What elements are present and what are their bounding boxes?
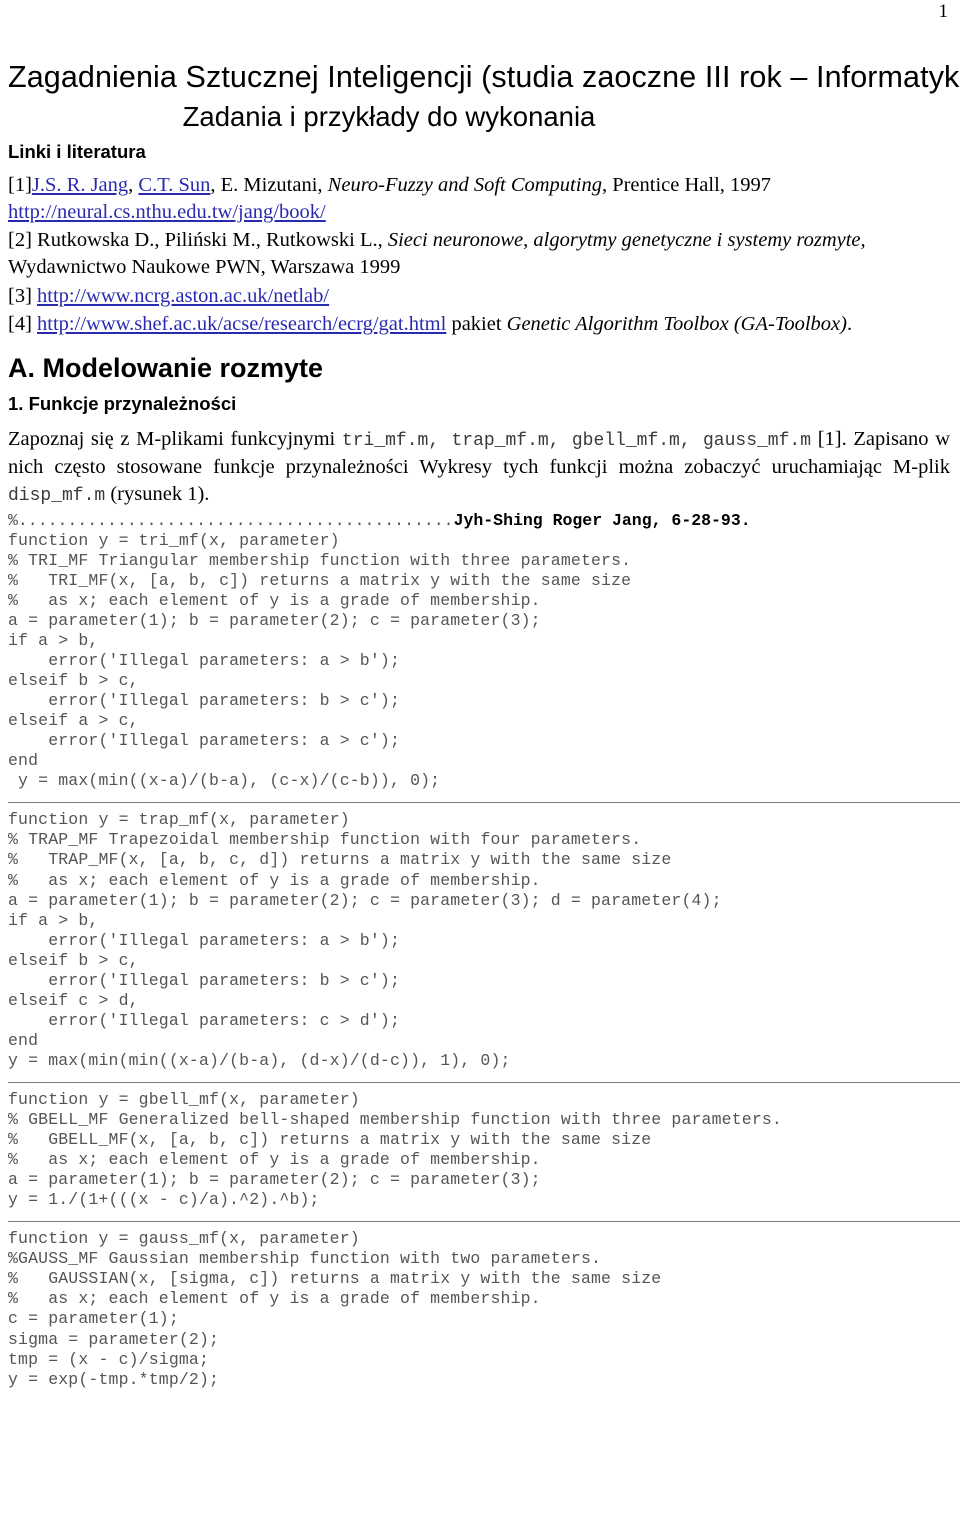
reference-after-plain: pakiet: [446, 313, 507, 336]
code-block-gauss-mf: function y = gauss_mf(x, parameter) %GAU…: [8, 1229, 950, 1389]
author-link-sun[interactable]: C.T. Sun: [138, 174, 210, 196]
references-list: [1]J.S. R. Jang, C.T. Sun, E. Mizutani, …: [8, 172, 950, 338]
reference-marker: [4]: [8, 313, 32, 336]
reference-url-4[interactable]: http://www.shef.ac.uk/acse/research/ecrg…: [37, 313, 446, 335]
attribution-comment-line: %.......................................…: [8, 511, 950, 531]
document-page: 1 Zagadnienia Sztucznej Inteligencji (st…: [0, 0, 960, 1535]
paragraph-part-1: Zapoznaj się z M-plikami funkcyjnymi: [8, 427, 342, 450]
reference-plain-1: , E. Mizutani,: [210, 174, 328, 197]
reference-marker: [3]: [8, 284, 32, 307]
reference-item-1: [1]J.S. R. Jang, C.T. Sun, E. Mizutani, …: [8, 172, 950, 225]
reference-url-1[interactable]: http://neural.cs.nthu.edu.tw/jang/book/: [8, 201, 326, 223]
reference-separator: ,: [128, 174, 139, 197]
code-text-gbell-mf: function y = gbell_mf(x, parameter) % GB…: [8, 1089, 782, 1210]
links-section-heading: Linki i literatura: [8, 140, 146, 162]
paragraph-part-3: (rysunek 1).: [105, 482, 210, 505]
reference-marker: [2]: [8, 229, 32, 252]
reference-plain-2: , Prentice Hall, 1997: [601, 174, 772, 197]
code-block-gbell-mf: function y = gbell_mf(x, parameter) % GB…: [8, 1090, 950, 1210]
mfile-names-list: tri_mf.m, trap_mf.m, gbell_mf.m, gauss_m…: [341, 430, 812, 451]
code-divider-1: [8, 802, 960, 804]
attribution-dots: %.......................................…: [8, 510, 454, 530]
subsection-heading-1: 1. Funkcje przynależności: [8, 393, 237, 415]
attribution-author: Jyh-Shing Roger Jang, 6-28-93.: [453, 510, 751, 530]
reference-item-3: [3] http://www.ncrg.aston.ac.uk/netlab/: [8, 283, 950, 310]
page-number: 1: [938, 1, 949, 22]
reference-url-3[interactable]: http://www.ncrg.aston.ac.uk/netlab/: [37, 285, 329, 307]
reference-title-italic: Sieci neuronowe, algorytmy genetyczne i …: [387, 229, 866, 252]
page-subtitle: Zadania i przykłady do wykonania: [182, 100, 596, 132]
code-divider-3: [8, 1221, 960, 1223]
reference-title-italic: Neuro-Fuzzy and Soft Computing: [327, 174, 602, 197]
author-link-jang[interactable]: J.S. R. Jang: [32, 174, 128, 196]
reference-authors: Rutkowska D., Piliński M., Rutkowski L.,: [31, 229, 388, 252]
mfile-disp-name: disp_mf.m: [8, 485, 106, 506]
code-text-trap-mf: function y = trap_mf(x, parameter) % TRA…: [8, 810, 722, 1070]
reference-publisher: Wydawnictwo Naukowe PWN, Warszawa 1999: [8, 256, 401, 279]
code-text-gauss-mf: function y = gauss_mf(x, parameter) %GAU…: [8, 1229, 662, 1389]
reference-after-tail: .: [846, 313, 853, 336]
section-heading-a: A. Modelowanie rozmyte: [8, 353, 324, 384]
code-divider-2: [8, 1081, 960, 1083]
reference-marker: [1]: [8, 174, 32, 197]
code-text-tri-mf: function y = tri_mf(x, parameter) % TRI_…: [8, 530, 632, 791]
intro-paragraph: Zapoznaj się z M-plikami funkcyjnymi tri…: [8, 426, 950, 509]
code-block-trap-mf: function y = trap_mf(x, parameter) % TRA…: [8, 810, 950, 1071]
reference-after-italic: Genetic Algorithm Toolbox (GA-Toolbox): [506, 313, 847, 336]
code-block-tri-mf: function y = tri_mf(x, parameter) % TRI_…: [8, 531, 950, 792]
reference-item-2: [2] Rutkowska D., Piliński M., Rutkowski…: [8, 227, 950, 280]
reference-item-4: [4] http://www.shef.ac.uk/acse/research/…: [8, 311, 950, 338]
page-title: Zagadnienia Sztucznej Inteligencji (stud…: [8, 60, 960, 94]
